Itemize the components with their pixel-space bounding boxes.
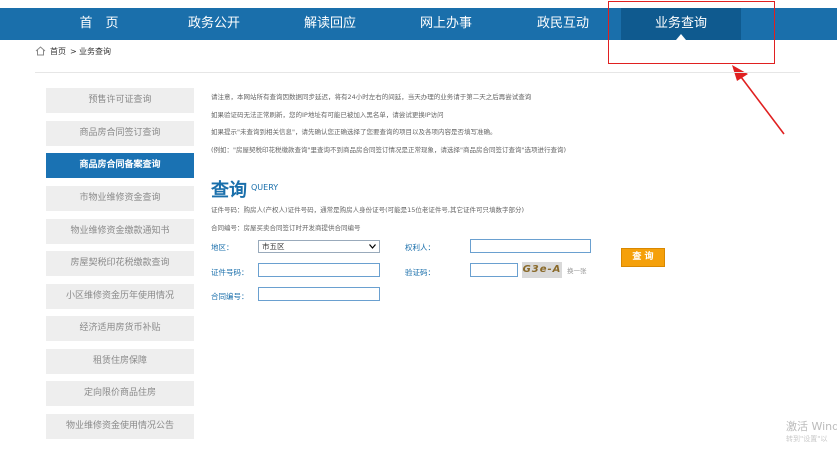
sidebar-item-contract-signing[interactable]: 商品房合同签订查询 xyxy=(46,121,194,146)
district-select-value: 市五区 xyxy=(262,242,285,251)
sidebar-item-fund-usage-history[interactable]: 小区维修资金历年使用情况 xyxy=(46,284,194,309)
query-hint: 合同编号：房屋买卖合同签订时开发商提供合同编号 xyxy=(211,224,361,232)
notice-line: 请注意，本网站所有查询因数据同步延迟，将有24小时左右的间延，当天办理的业务请于… xyxy=(211,93,532,101)
breadcrumb-home-link[interactable]: 首页 xyxy=(50,44,66,60)
notice-line: (例如："房屋契税印花税缴款查询"里查询不到商品房合同签订情况是正常现象，请选择… xyxy=(211,146,567,154)
notice-line: 如果验证码无法正常刷新，您的IP地址有可能已被加入黑名单，请尝试更换IP访问 xyxy=(211,111,444,119)
owner-input[interactable] xyxy=(470,239,591,253)
sidebar-item-presale-permit[interactable]: 预售许可证查询 xyxy=(46,88,194,113)
sidebar-item-maintenance-fund[interactable]: 市物业维修资金查询 xyxy=(46,186,194,211)
divider xyxy=(35,72,800,73)
captcha-label: 验证码： xyxy=(405,268,435,277)
district-label: 地区： xyxy=(211,243,234,252)
id-number-label: 证件号码： xyxy=(211,268,249,277)
activation-watermark: 激活 Wind xyxy=(786,420,837,433)
nav-item-public-interaction[interactable]: 政民互动 xyxy=(507,8,619,40)
id-number-input[interactable] xyxy=(258,263,380,277)
captcha-image[interactable]: G3e-A xyxy=(522,262,562,278)
activation-watermark-sub: 转到"设置"以 xyxy=(786,435,828,443)
sidebar-item-fund-usage-notice[interactable]: 物业维修资金使用情况公告 xyxy=(46,414,194,439)
captcha-refresh-link[interactable]: 换一张 xyxy=(567,265,587,275)
nav-item-home[interactable]: 首 页 xyxy=(40,8,158,40)
home-icon xyxy=(35,46,46,56)
query-subtitle: QUERY xyxy=(251,183,279,192)
owner-label: 权利人： xyxy=(405,243,435,252)
district-select[interactable]: 市五区 xyxy=(258,240,380,253)
chevron-down-icon xyxy=(369,244,376,249)
breadcrumb-current: 业务查询 xyxy=(79,47,111,56)
captcha-input[interactable] xyxy=(470,263,518,277)
contract-number-label: 合同编号： xyxy=(211,292,249,301)
sidebar-item-price-limited-housing[interactable]: 定向限价商品住房 xyxy=(46,381,194,406)
sidebar-item-contract-filing[interactable]: 商品房合同备案查询 xyxy=(46,153,194,178)
nav-item-government-affairs[interactable]: 政务公开 xyxy=(160,8,268,40)
annotation-highlight-box xyxy=(608,1,775,64)
nav-item-online-services[interactable]: 网上办事 xyxy=(390,8,502,40)
contract-number-input[interactable] xyxy=(258,287,380,301)
query-title: 查询 xyxy=(211,180,247,201)
sidebar-item-rental-housing[interactable]: 租赁住房保障 xyxy=(46,349,194,374)
notice-line: 如果提示"未查询到相关信息"，请先确认您正确选择了您要查询的项目以及各项内容是否… xyxy=(211,128,497,136)
sidebar-item-deed-tax[interactable]: 房屋契税印花税缴款查询 xyxy=(46,251,194,276)
nav-item-interpretation[interactable]: 解读回应 xyxy=(274,8,386,40)
query-button[interactable]: 查 询 xyxy=(621,248,665,267)
sidebar-item-housing-subsidy[interactable]: 经济适用房货币补贴 xyxy=(46,316,194,341)
query-hint: 证件号码：购房人(产权人)证件号码，通常是购房人身份证号(可能是15位老证件号,… xyxy=(211,206,524,214)
sidebar-item-fund-payment-notice[interactable]: 物业维修资金缴款通知书 xyxy=(46,219,194,244)
breadcrumb-separator: > xyxy=(70,47,77,56)
